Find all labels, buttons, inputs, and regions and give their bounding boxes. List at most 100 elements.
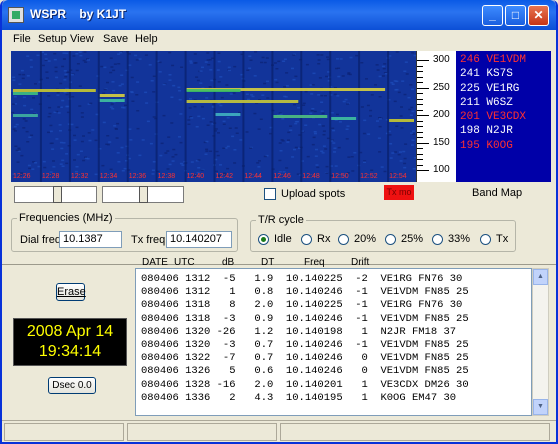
tr-option-rx[interactable]: Rx (301, 233, 330, 245)
scale-label: 100 (433, 164, 450, 175)
slider-thumb[interactable] (139, 186, 148, 203)
waterfall-noise (325, 75, 328, 78)
decode-row: 080406 1322 -7 0.7 10.140246 0 VE1VDM FN… (141, 352, 469, 365)
waterfall-noise (135, 94, 139, 96)
waterfall-signal-trace (215, 113, 241, 116)
menu-help[interactable]: Help (135, 33, 158, 45)
waterfall-noise (374, 84, 377, 86)
contrast-slider[interactable] (102, 186, 184, 203)
tr-option-label: Tx (496, 233, 509, 245)
tx-freq-input[interactable]: 10.140207 (166, 231, 232, 248)
vertical-scrollbar[interactable]: ▲ ▼ (532, 268, 549, 416)
brightness-slider[interactable] (14, 186, 97, 203)
close-button[interactable]: ✕ (528, 5, 549, 26)
waterfall-noise (309, 112, 313, 114)
waterfall-noise (292, 54, 296, 56)
tr-option-20[interactable]: 20% (338, 233, 376, 245)
waterfall-noise (72, 55, 76, 57)
slider-thumb[interactable] (53, 186, 62, 203)
band-map-button[interactable]: Band Map (472, 187, 522, 199)
waterfall-noise (82, 59, 86, 62)
waterfall-noise (365, 78, 368, 80)
waterfall-time-label: 12:26 (13, 173, 31, 180)
scale-tick (417, 159, 423, 160)
waterfall-noise (292, 78, 296, 81)
waterfall-noise (151, 173, 155, 175)
waterfall-noise (206, 59, 210, 61)
waterfall-noise (117, 161, 121, 163)
waterfall-noise (75, 166, 79, 168)
upload-spots-option[interactable]: Upload spots (264, 188, 345, 200)
waterfall-noise (335, 113, 339, 116)
waterfall-noise (162, 114, 166, 117)
tr-option-tx[interactable]: Tx (480, 233, 508, 245)
menu-save[interactable]: Save (103, 33, 128, 45)
waterfall-noise (166, 168, 170, 170)
menu-bar: File Setup View Save Help (2, 30, 556, 50)
waterfall-noise (100, 65, 104, 68)
radio-icon[interactable] (258, 233, 269, 245)
waterfall-noise (149, 142, 153, 145)
waterfall-noise (345, 138, 349, 140)
erase-button[interactable]: Erase (56, 283, 86, 301)
menu-view[interactable]: View (70, 33, 94, 45)
waterfall-noise (394, 89, 398, 91)
waterfall-noise (285, 167, 289, 169)
radio-icon[interactable] (301, 233, 312, 245)
waterfall-noise (397, 91, 401, 94)
menu-file[interactable]: File (13, 33, 31, 45)
scroll-down-icon[interactable]: ▼ (533, 399, 548, 415)
waterfall-display[interactable]: 12:26 12:28 12:32 12:34 12:36 12:38 12:40 12:42… (11, 51, 416, 182)
dial-freq-input[interactable]: 10.1387 (59, 231, 122, 248)
waterfall-noise (201, 117, 205, 120)
waterfall-noise (25, 130, 29, 133)
decoded-callsign-entry: 241 KS7S (460, 68, 513, 81)
waterfall-noise (22, 127, 26, 129)
minimize-button[interactable]: _ (482, 5, 503, 26)
waterfall-noise (370, 94, 374, 96)
waterfall-noise (294, 75, 298, 78)
waterfall-time-label: 12:34 (100, 173, 118, 180)
waterfall-noise (47, 95, 51, 97)
waterfall-noise (80, 116, 84, 118)
waterfall-noise (320, 110, 324, 112)
waterfall-noise (172, 84, 176, 87)
waterfall-noise (399, 160, 403, 162)
waterfall-noise (225, 84, 229, 86)
waterfall-noise (115, 137, 119, 139)
dsec-button[interactable]: Dsec 0.0 (48, 377, 96, 394)
waterfall-noise (59, 130, 62, 132)
waterfall-noise (376, 120, 379, 122)
waterfall-noise (168, 79, 172, 81)
maximize-button[interactable]: □ (505, 5, 526, 26)
waterfall-noise (190, 161, 194, 163)
decoded-messages-text[interactable]: 080406 1312 -5 1.9 10.140225 -2 VE1RG FN… (135, 268, 532, 416)
waterfall-noise (216, 154, 220, 157)
menu-setup[interactable]: Setup (38, 33, 67, 45)
waterfall-noise (205, 97, 209, 99)
dial-freq-label: Dial freq: (20, 234, 65, 246)
radio-icon[interactable] (338, 233, 349, 245)
waterfall-noise (304, 124, 308, 126)
waterfall-noise (52, 166, 56, 168)
tr-option-idle[interactable]: Idle (258, 233, 292, 245)
waterfall-noise (239, 139, 243, 141)
scroll-up-icon[interactable]: ▲ (533, 269, 548, 285)
decoded-callsign-entry: 198 N2JR (460, 125, 513, 138)
tr-option-25[interactable]: 25% (385, 233, 423, 245)
waterfall-noise (275, 68, 279, 70)
waterfall-noise (22, 96, 26, 99)
radio-icon[interactable] (432, 233, 443, 245)
radio-icon[interactable] (480, 233, 491, 245)
upload-spots-checkbox[interactable] (264, 188, 276, 200)
tr-option-33[interactable]: 33% (432, 233, 470, 245)
waterfall-noise (54, 66, 58, 69)
waterfall-noise (152, 116, 156, 118)
waterfall-noise (75, 126, 79, 129)
title-bar[interactable]: WSPR by K1JT _ □ ✕ (2, 0, 556, 30)
waterfall-noise (24, 120, 28, 122)
radio-icon[interactable] (385, 233, 396, 245)
waterfall-noise (342, 100, 346, 103)
waterfall-noise (136, 110, 140, 112)
waterfall-noise (246, 69, 250, 71)
